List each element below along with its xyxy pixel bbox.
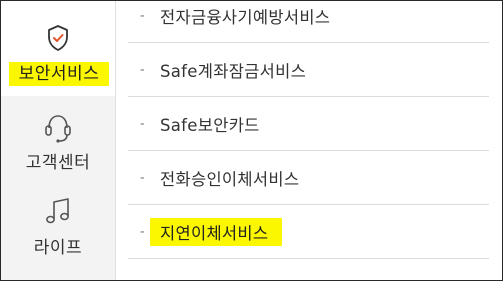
bullet: - xyxy=(140,116,145,131)
sidebar-item-label: 라이프 xyxy=(33,238,83,258)
submenu-item-label: Safe보안카드 xyxy=(160,115,260,135)
list-item[interactable]: - 지연이체서비스 xyxy=(128,205,489,259)
list-item[interactable]: - Safe보안카드 xyxy=(128,97,489,151)
sidebar-item-security[interactable]: 보안서비스 xyxy=(1,1,115,96)
submenu-item-label: 지연이체서비스 xyxy=(150,217,283,246)
submenu-item-label: 전화승인이체서비스 xyxy=(160,169,300,189)
headset-icon xyxy=(43,111,73,149)
submenu-list: - 전자금융사기예방서비스 - Safe계좌잠금서비스 - Safe보안카드 -… xyxy=(128,0,489,281)
list-item[interactable]: - 전화승인이체서비스 xyxy=(128,151,489,205)
music-note-icon xyxy=(43,196,73,232)
bullet: - xyxy=(140,62,145,77)
submenu-item-label: Safe계좌잠금서비스 xyxy=(160,61,307,81)
sidebar-item-label: 보안서비스 xyxy=(9,62,109,86)
submenu-item-label: 전자금융사기예방서비스 xyxy=(160,7,331,27)
bullet: - xyxy=(140,170,145,185)
shield-check-icon xyxy=(46,24,70,56)
list-item[interactable]: - 전자금융사기예방서비스 xyxy=(128,0,489,43)
list-item[interactable]: - Safe계좌잠금서비스 xyxy=(128,43,489,97)
bullet: - xyxy=(140,224,145,239)
sidebar-item-life[interactable]: 라이프 xyxy=(1,191,115,281)
sidebar: 보안서비스 고객센터 라이프 xyxy=(1,1,116,280)
bullet: - xyxy=(140,8,145,23)
sidebar-item-label: 고객센터 xyxy=(25,153,91,173)
sidebar-item-customer-center[interactable]: 고객센터 xyxy=(1,98,115,188)
